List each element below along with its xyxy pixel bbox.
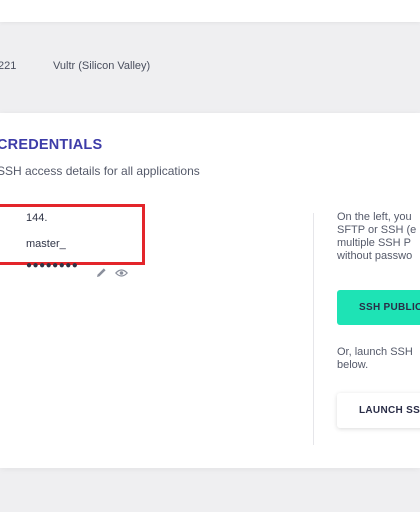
help-line: without passwo: [337, 250, 413, 262]
pencil-icon[interactable]: [96, 265, 107, 283]
ssh-help-text: On the left, you SFTP or SSH (e multiple…: [337, 211, 420, 263]
public-ip-value[interactable]: 144.: [26, 212, 47, 224]
top-bar: [0, 0, 420, 22]
vertical-divider: [313, 213, 314, 445]
help-line: On the left, you: [337, 211, 412, 223]
card-subtitle: SSH access details for all applications: [0, 164, 200, 178]
username-value[interactable]: master_: [26, 238, 66, 250]
help-line: SFTP or SSH (e: [337, 224, 417, 236]
server-provider: Vultr (Silicon Valley): [53, 60, 151, 72]
server-ip: 221: [0, 60, 17, 72]
eye-icon[interactable]: [114, 265, 129, 283]
access-details-card: CREDENTIALS SSH access details for all a…: [0, 113, 420, 468]
card-title: CREDENTIALS: [0, 137, 103, 153]
password-masked: ●●●●●●●●: [26, 260, 79, 271]
help-line: multiple SSH P: [337, 237, 411, 249]
launch-ssh-terminal-button[interactable]: LAUNCH SS: [337, 393, 420, 428]
launch-line: below.: [337, 359, 369, 371]
ssh-public-key-button[interactable]: SSH PUBLIC: [337, 290, 420, 325]
credentials-highlight-box: 144. master_ ●●●●●●●●: [0, 204, 145, 277]
launch-ssh-text: Or, launch SSH below.: [337, 346, 413, 372]
launch-line: Or, launch SSH: [337, 346, 413, 358]
